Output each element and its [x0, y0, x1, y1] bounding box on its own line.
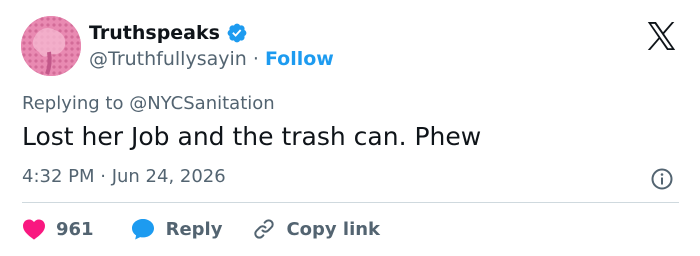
- author-handle-row: @Truthfullysayin · Follow: [89, 48, 334, 70]
- verified-badge-icon: [227, 23, 247, 43]
- author-display-name[interactable]: Truthspeaks: [89, 22, 220, 44]
- avatar[interactable]: [21, 16, 81, 76]
- copy-link-button[interactable]: Copy link: [252, 217, 380, 241]
- follow-button[interactable]: Follow: [265, 48, 334, 70]
- reply-label: Reply: [165, 218, 223, 240]
- x-logo-icon[interactable]: [646, 22, 677, 50]
- like-count: 961: [56, 218, 94, 240]
- handle-separator: ·: [252, 48, 259, 70]
- reply-bubble-icon: [131, 219, 154, 240]
- action-bar: 961 Reply Copy link: [22, 214, 380, 244]
- avatar-image: [21, 16, 81, 76]
- copy-link-label: Copy link: [286, 218, 381, 240]
- replying-to-text[interactable]: Replying to @NYCSanitation: [22, 93, 275, 114]
- like-button[interactable]: 961: [22, 218, 94, 240]
- divider: [22, 202, 679, 203]
- link-icon: [254, 219, 275, 239]
- author-name-row: Truthspeaks: [89, 21, 248, 45]
- tweet-timestamp[interactable]: 4:32 PM · Jun 24, 2026: [22, 166, 226, 187]
- author-handle[interactable]: @Truthfullysayin: [89, 48, 247, 70]
- info-icon[interactable]: [650, 167, 674, 191]
- heart-icon: [23, 219, 45, 240]
- tweet-text: Lost her Job and the trash can. Phew: [22, 122, 482, 151]
- reply-button[interactable]: Reply: [130, 217, 223, 241]
